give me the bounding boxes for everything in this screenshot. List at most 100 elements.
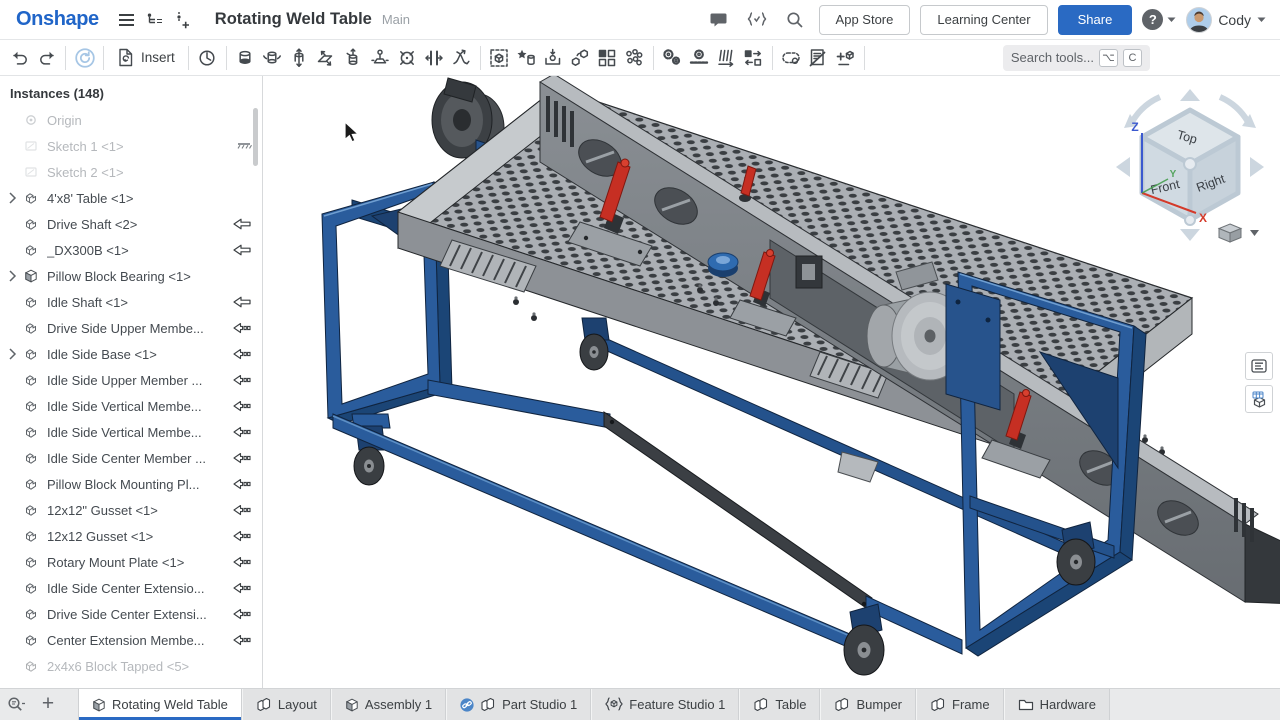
instance-row[interactable]: Idle Side Vertical Membe... <box>0 393 262 419</box>
search-icon[interactable] <box>781 6 809 34</box>
document-tab[interactable]: Feature Studio 1 <box>591 689 739 720</box>
belt-button[interactable] <box>778 44 805 72</box>
redo-button[interactable] <box>33 44 60 72</box>
drawing-button[interactable] <box>805 44 832 72</box>
instance-row[interactable]: Origin <box>0 107 262 133</box>
instance-row[interactable]: Idle Side Center Extensio... <box>0 575 262 601</box>
pan-up-arrow[interactable] <box>1180 89 1200 101</box>
update-linked-documents-button[interactable] <box>71 44 98 72</box>
user-menu[interactable]: Cody <box>1186 7 1266 33</box>
instance-row[interactable]: Drive Side Upper Membe... <box>0 315 262 341</box>
parallel-mate-button[interactable] <box>421 44 448 72</box>
featurescript-icon[interactable] <box>743 6 771 34</box>
revolute-mate-button[interactable] <box>259 44 286 72</box>
instance-row[interactable]: Idle Side Upper Member ... <box>0 367 262 393</box>
rotate-right-arrow[interactable] <box>1220 97 1248 122</box>
weld-table-model[interactable] <box>322 76 1280 675</box>
new-tab-button[interactable]: + <box>32 689 64 720</box>
document-tab[interactable]: Layout <box>242 689 331 720</box>
move-part-button[interactable] <box>567 44 594 72</box>
sidebar-scrollbar[interactable] <box>253 108 258 166</box>
fastened-mate-button[interactable] <box>232 44 259 72</box>
app-store-button[interactable]: App Store <box>819 5 911 35</box>
instance-type-icon <box>24 503 42 517</box>
version-tree-icon[interactable] <box>141 6 169 34</box>
onshape-logo[interactable]: Onshape <box>16 8 99 31</box>
create-part-studio-button[interactable] <box>832 44 859 72</box>
replicate-button[interactable] <box>621 44 648 72</box>
document-tab[interactable]: Part Studio 1 <box>446 689 591 720</box>
search-tools-input[interactable]: Search tools... ⌥ C <box>1003 45 1150 71</box>
caster-wheel[interactable] <box>580 318 609 370</box>
help-menu[interactable]: ? <box>1142 9 1176 30</box>
pattern-button[interactable] <box>594 44 621 72</box>
document-tab[interactable]: Rotating Weld Table <box>78 689 242 720</box>
insert-button[interactable]: Insert <box>109 44 183 72</box>
search-tabs-icon[interactable] <box>0 689 32 720</box>
main-menu-icon[interactable] <box>113 6 141 34</box>
instance-row[interactable]: _DX300B <1> <box>0 237 262 263</box>
instance-row[interactable]: Idle Side Vertical Membe... <box>0 419 262 445</box>
instance-row[interactable]: Center Extension Membe... <box>0 627 262 653</box>
expand-chevron-icon[interactable] <box>8 192 24 204</box>
pan-right-arrow[interactable] <box>1250 157 1264 177</box>
comment-icon[interactable] <box>705 6 733 34</box>
linear-relation-button[interactable] <box>740 44 767 72</box>
graphics-viewport[interactable]: Top Front Right Z X Y <box>263 76 1280 688</box>
instance-row[interactable]: Pillow Block Bearing <1> <box>0 263 262 289</box>
instance-row[interactable]: Idle Shaft <1> <box>0 289 262 315</box>
features-panel-toggle[interactable] <box>1245 352 1273 380</box>
view-options-menu[interactable] <box>1219 224 1259 242</box>
named-positions-button[interactable] <box>513 44 540 72</box>
cylindrical-mate-button[interactable] <box>340 44 367 72</box>
caster-wheel[interactable] <box>844 604 884 675</box>
share-button[interactable]: Share <box>1058 5 1133 35</box>
gear-relation-button[interactable] <box>659 44 686 72</box>
shortcut-key-c: C <box>1123 49 1142 67</box>
snap-mode-button[interactable] <box>540 44 567 72</box>
instance-row[interactable]: 4'x8' Table <1> <box>0 185 262 211</box>
instance-row[interactable]: Sketch 2 <1> <box>0 159 262 185</box>
instance-row[interactable]: Idle Side Base <1> <box>0 341 262 367</box>
document-tab[interactable]: Bumper <box>820 689 916 720</box>
pan-left-arrow[interactable] <box>1116 157 1130 177</box>
instance-row[interactable]: Rotary Mount Plate <1> <box>0 549 262 575</box>
instance-type-icon <box>24 399 42 413</box>
instance-row[interactable]: Pillow Block Mounting Pl... <box>0 471 262 497</box>
view-cube[interactable]: Top Front Right Z X Y <box>1116 89 1264 241</box>
undo-button[interactable] <box>6 44 33 72</box>
group-button[interactable] <box>486 44 513 72</box>
instance-row[interactable]: Drive Side Center Extensi... <box>0 601 262 627</box>
rack-and-pinion-relation-button[interactable] <box>686 44 713 72</box>
document-tab[interactable]: Table <box>739 689 820 720</box>
screw-relation-button[interactable] <box>713 44 740 72</box>
instance-row[interactable]: Idle Side Center Member ... <box>0 445 262 471</box>
document-tab[interactable]: Hardware <box>1004 689 1110 720</box>
telescoping-cross-member[interactable] <box>428 380 962 654</box>
workspace-name[interactable]: Main <box>382 12 410 27</box>
reference-indicator-icon <box>226 425 252 439</box>
expand-chevron-icon[interactable] <box>8 270 24 282</box>
insert-version-icon[interactable] <box>169 6 197 34</box>
rotate-left-arrow[interactable] <box>1132 97 1160 122</box>
document-tab[interactable]: Frame <box>916 689 1004 720</box>
reference-indicator-icon <box>226 139 252 153</box>
instance-row[interactable]: Sketch 1 <1> <box>0 133 262 159</box>
expand-chevron-icon[interactable] <box>8 348 24 360</box>
instance-row[interactable]: 12x12 Gusset <1> <box>0 523 262 549</box>
ball-mate-button[interactable] <box>394 44 421 72</box>
tangent-mate-button[interactable] <box>448 44 475 72</box>
instance-type-icon <box>24 165 42 179</box>
instance-row[interactable]: Drive Shaft <2> <box>0 211 262 237</box>
instance-row[interactable]: 12x12" Gusset <1> <box>0 497 262 523</box>
learning-center-button[interactable]: Learning Center <box>920 5 1047 35</box>
pin-slot-mate-button[interactable] <box>367 44 394 72</box>
pan-down-arrow[interactable] <box>1180 229 1200 241</box>
bom-panel-toggle[interactable] <box>1245 385 1273 413</box>
document-tab[interactable]: Assembly 1 <box>331 689 446 720</box>
caster-wheel[interactable] <box>1057 522 1095 585</box>
slider-mate-button[interactable] <box>286 44 313 72</box>
instance-row[interactable]: 2x4x6 Block Tapped <5> <box>0 653 262 679</box>
planar-mate-button[interactable] <box>313 44 340 72</box>
mate-button[interactable] <box>194 44 221 72</box>
